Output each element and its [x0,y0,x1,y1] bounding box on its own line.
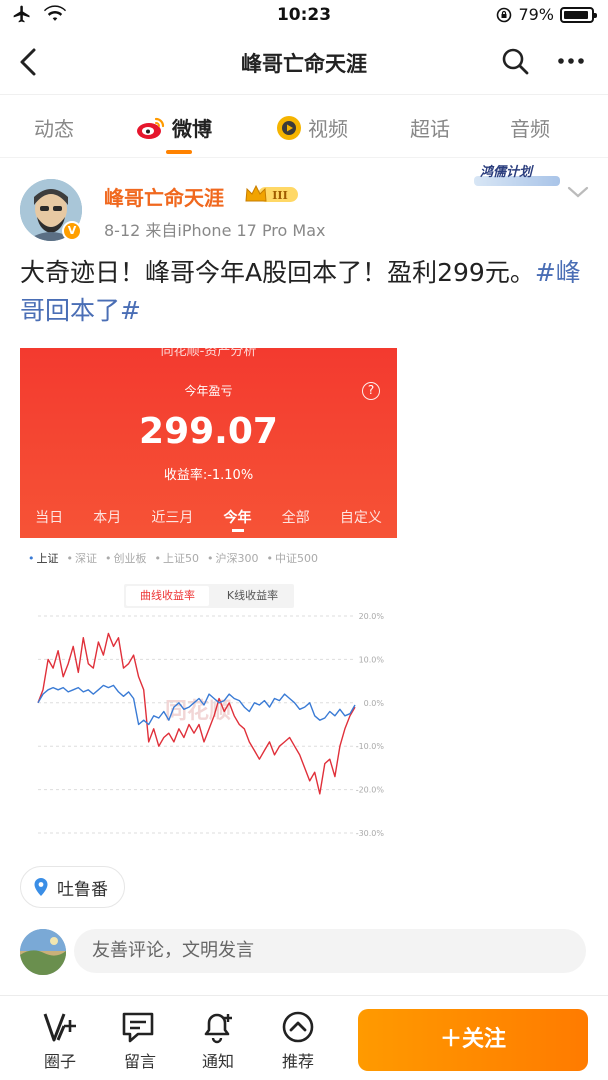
up-arrow-circle-icon [282,1011,314,1043]
more-icon[interactable] [556,46,586,76]
toggle-kline: K线收益率 [226,589,279,602]
y-tick-label: 10.0% [359,655,385,664]
author-name[interactable]: 峰哥亡命天涯 [104,182,224,211]
follow-button[interactable]: ＋关注 [358,1009,588,1071]
battery-icon [560,6,597,23]
period-tabs: 当日 本月 近三月 今年 全部 自定义 [20,507,397,532]
nav-bar: 峰哥亡命天涯 [0,32,608,92]
profit-header: 同花顺-资产分析 今年盈亏 ? 299.07 收益率:-1.10% 当日 本月 … [20,348,397,538]
message-icon [122,1012,154,1043]
recommend-button[interactable]: 推荐 [268,1010,328,1072]
weibo-logo-icon [137,117,165,139]
message-button[interactable]: 留言 [110,1010,170,1072]
comment-input[interactable]: 友善评论，文明发言 [74,929,586,973]
video-icon [277,115,301,140]
rotation-lock-icon [497,7,512,22]
circle-icon [43,1013,76,1042]
index-option: 上证50 [155,550,199,566]
period-tab: 当日 [35,510,64,526]
verified-badge-icon: V [62,221,82,241]
chevron-down-icon[interactable] [566,184,590,200]
post-text: 大奇迹日！峰哥今年A股回本了！盈利299元。#峰哥回本了# [20,254,590,330]
tab-weibo[interactable]: 微博 [136,113,212,154]
index-option: 中证500 [267,550,318,566]
help-icon: ? [362,382,380,400]
active-tab-indicator [166,150,192,154]
circle-button[interactable]: 圈子 [30,1010,90,1072]
location-pin-icon [34,878,48,896]
toggle-curve: 曲线收益率 [126,586,209,606]
y-tick-label: -30.0% [356,829,385,838]
profit-value: 299.07 [139,411,278,452]
index-selector: 上证 深证 创业板 上证50 沪深300 中证500 [28,550,319,566]
y-tick-label: 0.0% [364,699,385,708]
period-tab: 本月 [93,510,122,526]
search-icon[interactable] [500,46,530,76]
image-app-title: 同花顺-资产分析 [160,348,257,359]
y-tick-label: -20.0% [356,786,385,795]
notify-button[interactable]: 通知 [188,1010,248,1072]
index-option: 沪深300 [207,550,259,566]
y-tick-label: 20.0% [359,612,385,621]
my-avatar[interactable] [20,929,66,975]
vip-level-text: III [272,189,287,202]
status-bar: 10:23 79% [0,0,608,32]
tab-video[interactable]: 视频 [276,113,348,142]
tab-dongtai[interactable]: 动态 [34,113,74,142]
campaign-badge[interactable]: 鸿儒计划 [480,161,532,180]
bottom-bar: 圈子 留言 通知 推荐 ＋关注 [0,995,608,1080]
period-tab: 自定义 [339,510,382,526]
vip-level-badge-icon[interactable]: III [244,183,300,205]
location-name: 吐鲁番 [57,879,108,900]
bell-plus-icon [204,1013,232,1044]
period-tab: 今年 [224,507,252,532]
tab-supertopic[interactable]: 超话 [410,113,450,142]
y-tick-label: -10.0% [356,742,385,751]
index-option: 上证 [28,550,59,566]
post-meta: 8-12 来自iPhone 17 Pro Max [104,221,326,240]
return-chart: 同花顺 20.0%10.0%0.0%-10.0%-20.0%-30.0% [37,612,385,838]
location-tag[interactable]: 吐鲁番 [20,866,125,908]
return-rate: 收益率:-1.10% [163,468,254,483]
post-image[interactable]: 同花顺-资产分析 今年盈亏 ? 299.07 收益率:-1.10% 当日 本月 … [20,348,397,848]
post-body: 大奇迹日！峰哥今年A股回本了！盈利299元。 [20,258,535,287]
period-tab: 全部 [281,510,310,526]
tab-audio[interactable]: 音频 [510,113,550,142]
index-option: 深证 [67,550,97,566]
profit-label: 今年盈亏 [184,384,233,398]
chart-mode-toggle: 曲线收益率 K线收益率 [124,584,294,608]
profile-tabs: 动态 微博 视频 超话 音频 [0,94,608,158]
index-option: 创业板 [105,550,147,566]
battery-percent: 79% [518,5,554,24]
period-tab: 近三月 [151,510,194,526]
